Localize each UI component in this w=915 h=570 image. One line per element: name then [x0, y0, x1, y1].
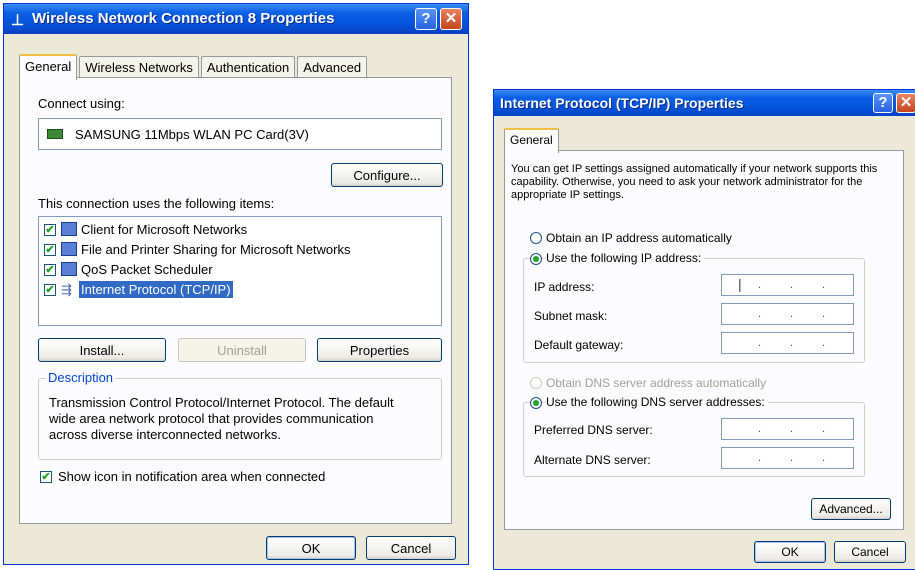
left-title-bar[interactable]: ⊥ Wireless Network Connection 8 Properti… — [4, 4, 468, 34]
item-checkbox[interactable]: ✔ — [44, 264, 56, 276]
use-following-dns-radio[interactable] — [530, 397, 542, 409]
cancel-button[interactable]: Cancel — [834, 541, 906, 563]
item-label: Client for Microsoft Networks — [81, 222, 248, 237]
configure-button[interactable]: Configure... — [331, 163, 443, 187]
install-button[interactable]: Install... — [38, 338, 166, 362]
item-checkbox[interactable]: ✔ — [44, 244, 56, 256]
cancel-button[interactable]: Cancel — [366, 536, 456, 560]
obtain-dns-auto-radio[interactable] — [530, 377, 542, 389]
preferred-dns-input[interactable]: ... — [721, 418, 854, 440]
subnet-mask-input[interactable]: ... — [721, 303, 854, 325]
dns-group: Use the following DNS server addresses: … — [523, 395, 865, 477]
obtain-ip-auto-radio[interactable] — [530, 232, 542, 244]
list-item[interactable]: ✔ ⇶ Internet Protocol (TCP/IP) — [39, 281, 439, 300]
list-item[interactable]: ✔ QoS Packet Scheduler — [39, 261, 439, 280]
show-icon-checkbox[interactable]: ✔ — [40, 471, 52, 483]
intro-text: You can get IP settings assigned automat… — [511, 163, 878, 201]
general-tab-panel: Connect using: SAMSUNG 11Mbps WLAN PC Ca… — [19, 77, 452, 524]
list-item[interactable]: ✔ Client for Microsoft Networks — [39, 221, 439, 240]
printer-sharing-icon — [61, 242, 77, 256]
preferred-dns-label: Preferred DNS server: — [534, 423, 653, 437]
ok-button[interactable]: OK — [266, 536, 356, 560]
advanced-button[interactable]: Advanced... — [811, 498, 891, 520]
tab-general[interactable]: General — [19, 54, 78, 80]
list-item[interactable]: ✔ File and Printer Sharing for Microsoft… — [39, 241, 439, 260]
item-label: Internet Protocol (TCP/IP) — [79, 281, 233, 298]
general-tab-panel: You can get IP settings assigned automat… — [504, 150, 904, 530]
network-card-icon — [47, 129, 63, 139]
protocol-icon: ⇶ — [61, 282, 72, 297]
use-following-ip-label: Use the following IP address: — [546, 251, 705, 265]
adapter-field: SAMSUNG 11Mbps WLAN PC Card(3V) — [38, 118, 442, 150]
adapter-name: SAMSUNG 11Mbps WLAN PC Card(3V) — [75, 127, 309, 142]
default-gateway-label: Default gateway: — [534, 338, 624, 352]
network-client-icon — [61, 222, 77, 236]
left-dialog-title: Wireless Network Connection 8 Properties — [32, 10, 335, 27]
description-group: Description Transmission Control Protoco… — [38, 370, 442, 460]
default-gateway-input[interactable]: ... — [721, 332, 854, 354]
uninstall-button[interactable]: Uninstall — [178, 338, 306, 362]
description-text: Transmission Control Protocol/Internet P… — [49, 395, 394, 442]
connection-items-list[interactable]: ✔ Client for Microsoft Networks ✔ File a… — [38, 216, 442, 326]
use-following-dns-label: Use the following DNS server addresses: — [546, 395, 768, 409]
item-checkbox[interactable]: ✔ — [44, 284, 56, 296]
network-connection-icon: ⊥ — [11, 12, 25, 29]
help-button[interactable]: ? — [415, 8, 437, 30]
qos-scheduler-icon — [61, 262, 77, 276]
item-checkbox[interactable]: ✔ — [44, 224, 56, 236]
item-label: File and Printer Sharing for Microsoft N… — [81, 242, 351, 257]
ip-address-input[interactable]: |... — [721, 274, 854, 296]
close-button[interactable]: ✕ — [896, 93, 915, 113]
use-following-ip-radio[interactable] — [530, 253, 542, 265]
tcpip-properties-dialog: Internet Protocol (TCP/IP) Properties ? … — [493, 89, 915, 570]
obtain-dns-auto-label: Obtain DNS server address automatically — [546, 376, 767, 390]
tab-general[interactable]: General — [504, 128, 559, 153]
show-icon-label: Show icon in notification area when conn… — [58, 469, 326, 484]
help-button[interactable]: ? — [873, 93, 893, 113]
ip-address-label: IP address: — [534, 280, 595, 294]
connection-properties-dialog: ⊥ Wireless Network Connection 8 Properti… — [3, 3, 469, 565]
right-title-bar[interactable]: Internet Protocol (TCP/IP) Properties ? … — [494, 90, 915, 116]
right-dialog-title: Internet Protocol (TCP/IP) Properties — [500, 95, 744, 111]
subnet-mask-label: Subnet mask: — [534, 309, 608, 323]
ok-button[interactable]: OK — [754, 541, 826, 563]
alternate-dns-input[interactable]: ... — [721, 447, 854, 469]
properties-button[interactable]: Properties — [317, 338, 442, 362]
item-label: QoS Packet Scheduler — [81, 262, 213, 277]
ip-group: Use the following IP address: IP address… — [523, 251, 865, 363]
close-button[interactable]: ✕ — [440, 8, 462, 30]
connect-using-label: Connect using: — [38, 96, 125, 111]
description-title: Description — [46, 370, 116, 385]
alternate-dns-label: Alternate DNS server: — [534, 453, 651, 467]
obtain-ip-auto-label: Obtain an IP address automatically — [546, 231, 732, 245]
items-label: This connection uses the following items… — [38, 196, 275, 211]
